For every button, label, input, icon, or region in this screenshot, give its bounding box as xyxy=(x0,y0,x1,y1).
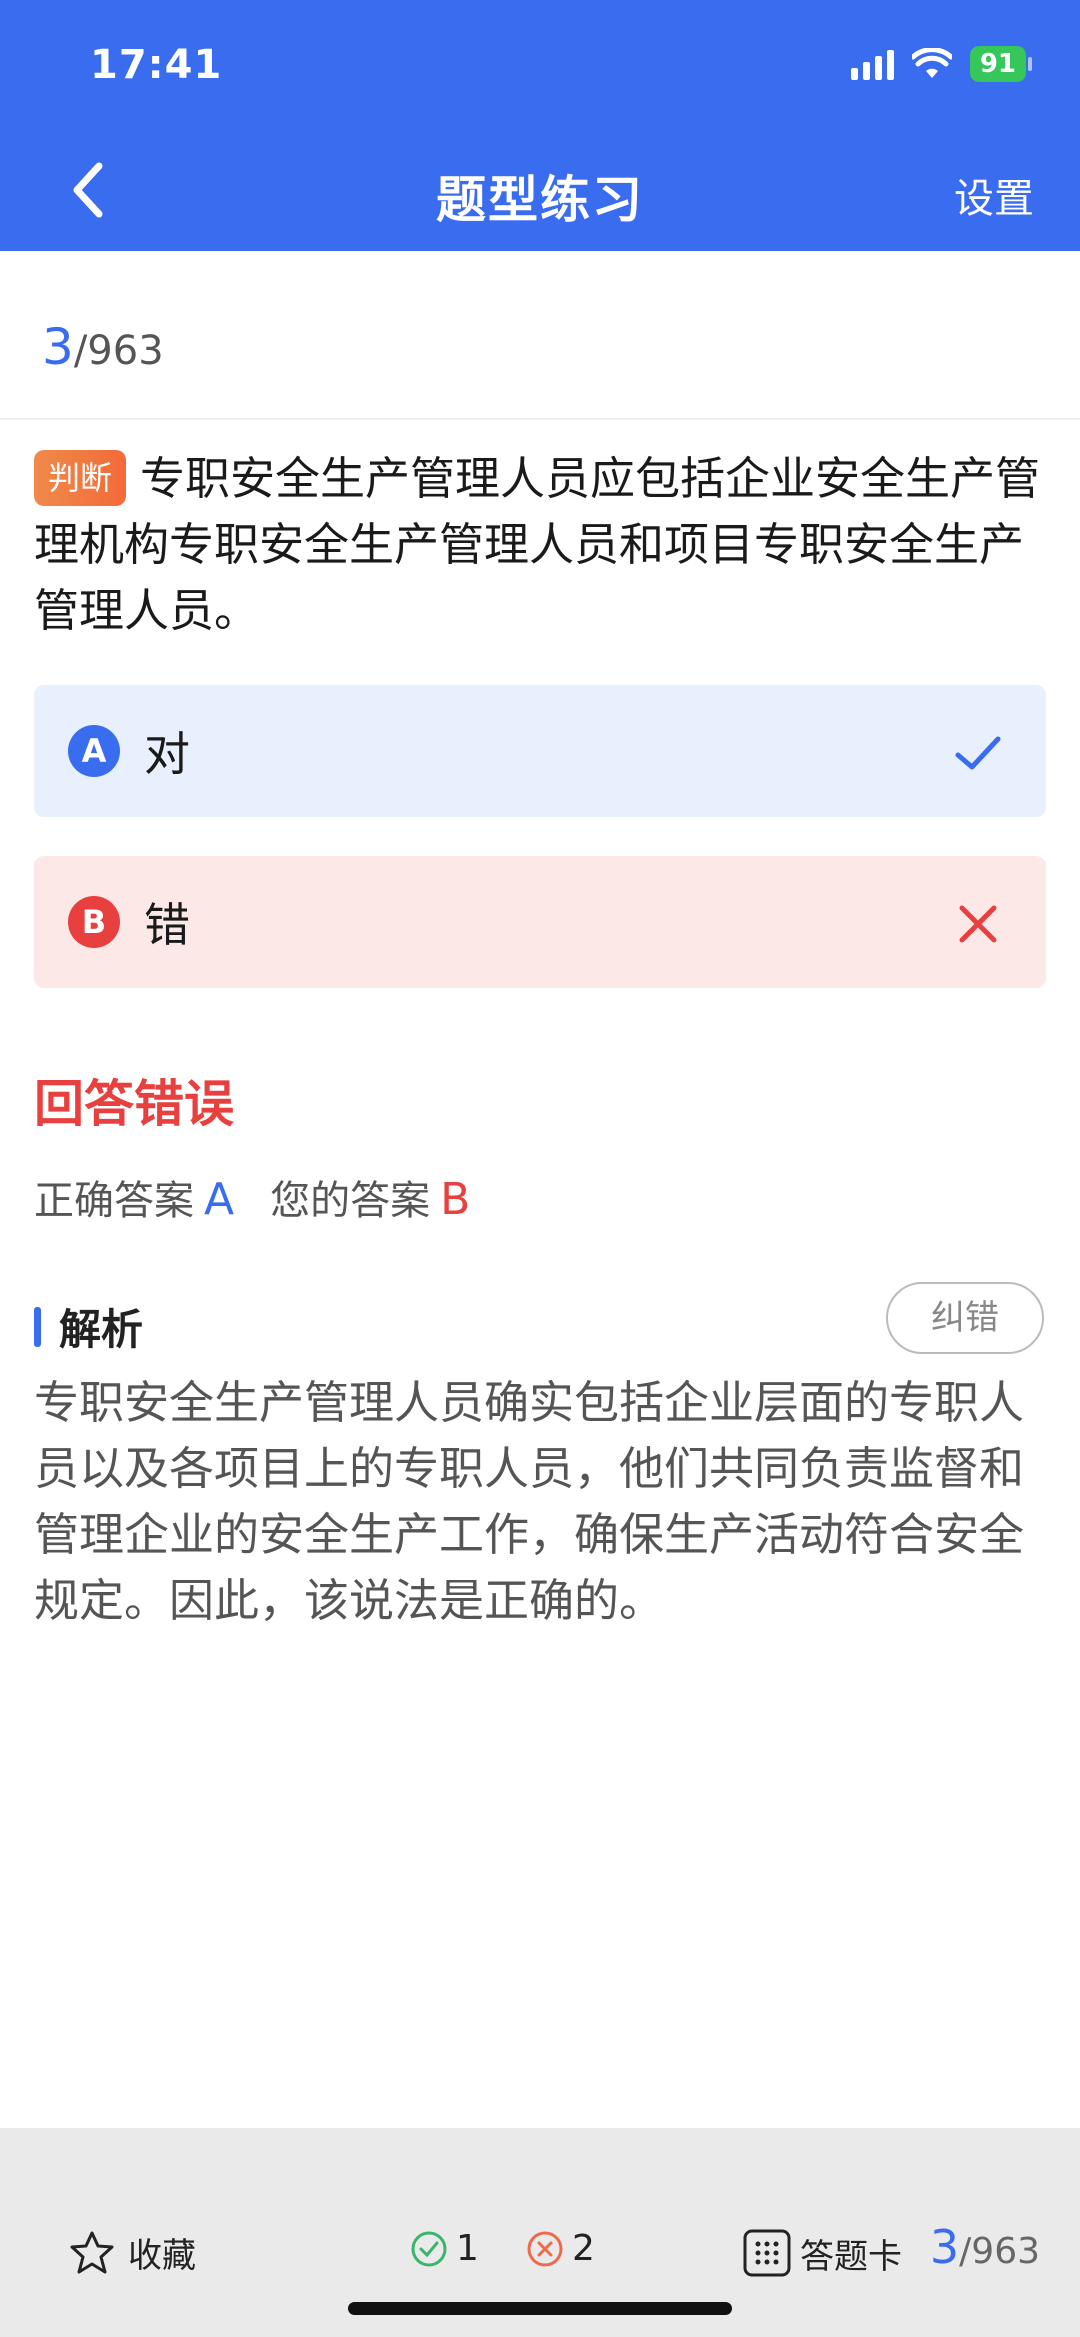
bottom-current: 3 xyxy=(929,2220,960,2274)
header: 17:41 91 题型练习 设置 xyxy=(0,0,1080,251)
check-circle-icon xyxy=(411,2231,447,2266)
section-marker xyxy=(34,1306,41,1347)
analysis-header: 解析 xyxy=(34,1296,143,1357)
option-text: 错 xyxy=(144,898,190,952)
option-letter: B xyxy=(68,896,120,948)
close-icon xyxy=(959,905,997,943)
correct-answer-label: 正确答案 xyxy=(34,1178,194,1224)
signal-icon xyxy=(850,48,894,80)
option-b[interactable]: B 错 xyxy=(34,856,1046,988)
star-icon xyxy=(70,2231,114,2273)
your-answer-value: B xyxy=(440,1174,471,1225)
bottom-total: /963 xyxy=(959,2231,1040,2272)
current-index: 3 xyxy=(42,318,74,376)
question-counter: 3/963 xyxy=(42,318,164,376)
page-title: 题型练习 xyxy=(436,171,644,229)
bottom-counter: 3/963 xyxy=(930,2220,1040,2274)
correct-count: 1 xyxy=(410,2228,479,2269)
grid-icon xyxy=(743,2229,791,2277)
answer-row: 正确答案 A 您的答案 B xyxy=(34,1168,470,1226)
wrong-count-value: 2 xyxy=(572,2228,595,2269)
option-text: 对 xyxy=(144,727,190,781)
option-a[interactable]: A 对 xyxy=(34,685,1046,817)
check-icon xyxy=(955,736,1001,770)
favorite-button[interactable]: 收藏 xyxy=(68,2228,196,2277)
answer-card-label: 答题卡 xyxy=(800,2236,902,2277)
question-type-tag: 判断 xyxy=(34,450,127,506)
x-circle-icon xyxy=(527,2231,563,2266)
answer-card-button[interactable]: 答题卡 xyxy=(742,2228,902,2278)
option-letter: A xyxy=(68,725,120,777)
wrong-count: 2 xyxy=(526,2228,595,2269)
battery-indicator: 91 xyxy=(969,46,1033,82)
result-title: 回答错误 xyxy=(34,1075,234,1133)
status-icons: 91 xyxy=(850,46,1033,82)
question-text: 专职安全生产管理人员应包括企业安全生产管理机构专职安全生产管理人员和项目专职安全… xyxy=(34,452,1041,637)
favorite-label: 收藏 xyxy=(128,2236,196,2276)
practice-page: 17:41 91 题型练习 设置 3/963 判断 专职安全生产管理人员应包括企… xyxy=(0,0,1080,2337)
correct-answer-value: A xyxy=(204,1174,235,1225)
status-time: 17:41 xyxy=(90,42,223,88)
home-indicator xyxy=(348,2302,732,2315)
settings-button[interactable]: 设置 xyxy=(954,166,1034,224)
report-error-button[interactable]: 纠错 xyxy=(886,1282,1044,1354)
analysis-text: 专职安全生产管理人员确实包括企业层面的专职人员以及各项目上的专职人员，他们共同负… xyxy=(34,1376,1025,1627)
battery-level: 91 xyxy=(979,49,1016,79)
correct-count-value: 1 xyxy=(456,2228,479,2269)
total-count: /963 xyxy=(73,328,164,374)
analysis-title: 解析 xyxy=(59,1305,144,1354)
question: 判断 专职安全生产管理人员应包括企业安全生产管理机构专职安全生产管理人员和项目专职… xyxy=(34,446,1044,644)
wifi-icon xyxy=(911,48,952,78)
your-answer-label: 您的答案 xyxy=(270,1178,431,1224)
divider xyxy=(0,418,1080,420)
